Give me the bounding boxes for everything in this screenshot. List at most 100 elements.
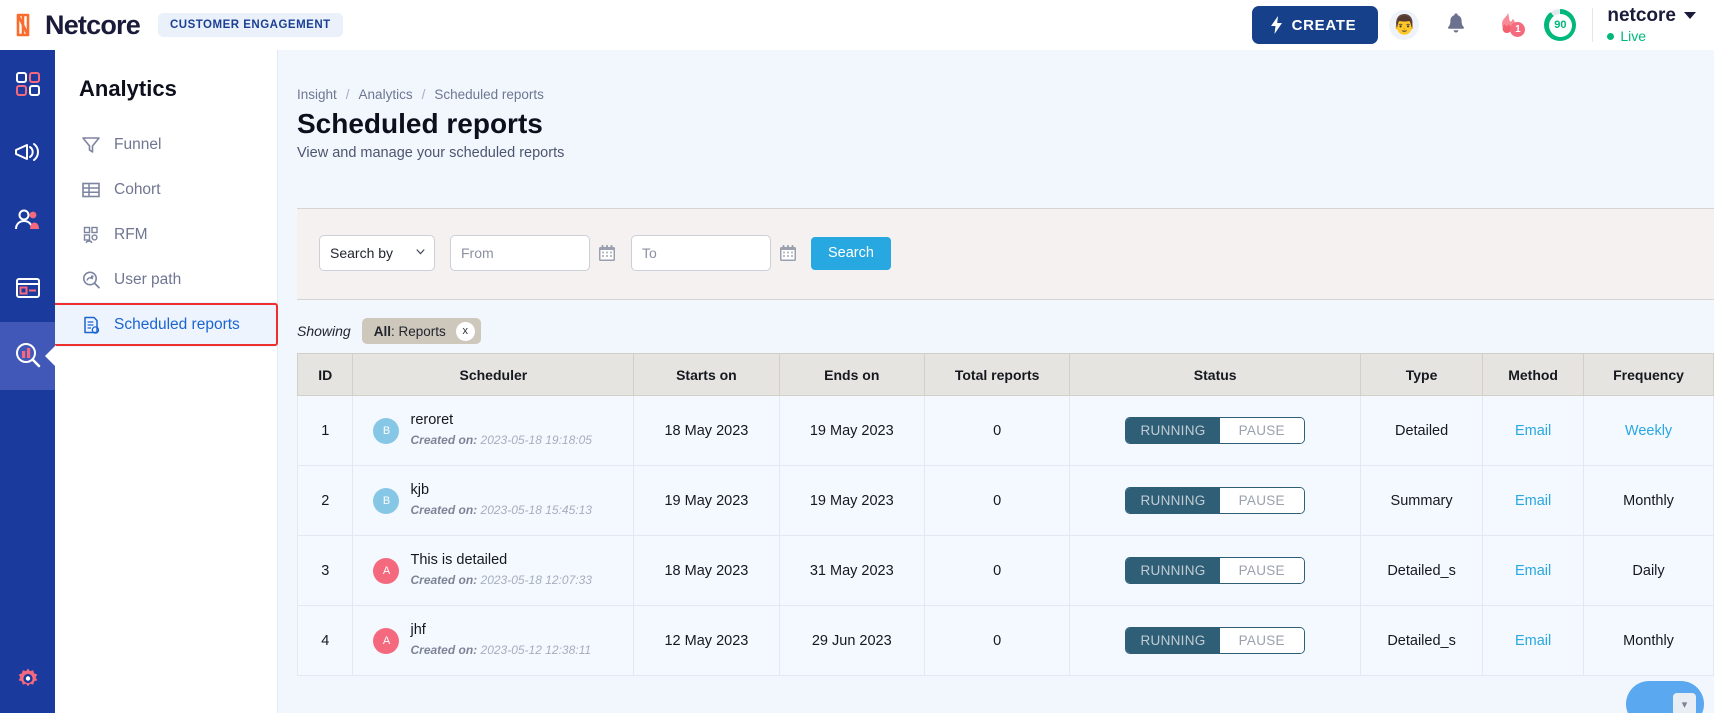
cell-scheduler: Bkjb Created on: 2023-05-18 15:45:13: [352, 465, 635, 536]
search-filter-panel: Search by From To Search: [297, 208, 1714, 300]
created-on-label: Created on:: [410, 572, 478, 587]
created-on: Created on: 2023-05-18 19:18:05: [410, 433, 591, 447]
rail-item-settings[interactable]: [0, 655, 55, 705]
account-status-label: Live: [1620, 28, 1647, 45]
column-header-id: ID: [297, 353, 354, 396]
account-name: netcore: [1607, 4, 1676, 26]
column-header-type: Type: [1360, 353, 1484, 396]
rfm-icon: [83, 226, 98, 243]
status-pause-option[interactable]: PAUSE: [1219, 628, 1304, 653]
breadcrumb-separator: /: [345, 87, 350, 102]
user-path-icon: [83, 271, 100, 288]
table-row[interactable]: 3 A This is detailed Created on: 2023-05-18…: [297, 535, 1714, 606]
column-header-starts-on: Starts on: [633, 353, 780, 396]
sidebar-item-label: User path: [114, 270, 182, 288]
calendar-icon[interactable]: [779, 244, 797, 262]
help-chat-button[interactable]: ▾: [1626, 681, 1704, 713]
streak-button[interactable]: 1: [1482, 0, 1534, 50]
showing-label: Showing: [297, 323, 351, 339]
templates-icon: [15, 278, 40, 298]
method-link[interactable]: Email: [1515, 633, 1551, 649]
cell-ends-on: 29 Jun 2023: [778, 605, 925, 676]
to-date-input[interactable]: [631, 235, 771, 271]
calendar-icon[interactable]: [598, 244, 616, 262]
sidebar-item-funnel[interactable]: Funnel: [55, 122, 277, 167]
rail-item-audience[interactable]: [0, 186, 55, 254]
nav-list: Funnel Cohort RFM User path Scheduled re…: [52, 122, 278, 347]
status-running-option[interactable]: RUNNING: [1126, 628, 1220, 653]
user-avatar-button[interactable]: 👨: [1378, 0, 1430, 50]
created-on: Created on: 2023-05-18 15:45:13: [410, 503, 591, 517]
filter-chip-value: Reports: [398, 323, 446, 339]
streak-badge: 1: [1510, 22, 1526, 37]
status-toggle[interactable]: RUNNING PAUSE: [1125, 417, 1305, 444]
frequency-value[interactable]: Weekly: [1625, 423, 1672, 439]
brand-name: Netcore: [45, 9, 141, 40]
sidebar-item-rfm[interactable]: RFM: [55, 212, 277, 257]
account-menu[interactable]: netcore Live: [1607, 4, 1702, 45]
method-link[interactable]: Email: [1515, 423, 1551, 439]
rail-item-analytics[interactable]: [0, 322, 55, 390]
search-button[interactable]: Search: [811, 236, 891, 270]
rail-item-campaigns[interactable]: [0, 118, 55, 186]
reports-table-wrapper: ID Scheduler Starts on Ends on Total rep…: [297, 353, 1714, 713]
cell-id: 2: [297, 465, 354, 536]
health-score-button[interactable]: 90: [1534, 0, 1586, 50]
frequency-value: Daily: [1632, 562, 1665, 579]
status-pause-option[interactable]: PAUSE: [1219, 418, 1304, 443]
breadcrumb-separator: /: [421, 87, 426, 102]
frequency-value: Monthly: [1623, 492, 1674, 509]
table-header-row: ID Scheduler Starts on Ends on Total rep…: [297, 353, 1714, 396]
breadcrumb-item-analytics[interactable]: Analytics: [359, 87, 413, 102]
created-on-value: 2023-05-12 12:38:11: [480, 642, 592, 657]
rail-item-templates[interactable]: [0, 254, 55, 322]
status-toggle[interactable]: RUNNING PAUSE: [1125, 627, 1305, 654]
created-on-label: Created on:: [410, 642, 478, 657]
brand-logo[interactable]: Netcore CUSTOMER ENGAGEMENT: [0, 10, 343, 41]
created-on: Created on: 2023-05-18 12:07:33: [410, 573, 591, 587]
status-toggle[interactable]: RUNNING PAUSE: [1125, 557, 1305, 584]
status-running-option[interactable]: RUNNING: [1126, 558, 1220, 583]
chevron-down-icon: [1684, 12, 1696, 19]
netcore-logo-icon: [16, 13, 30, 37]
cell-id: 1: [297, 395, 354, 466]
campaigns-icon: [14, 143, 39, 161]
score-ring: 90: [1544, 9, 1577, 41]
from-date-input[interactable]: [450, 235, 590, 271]
breadcrumb-item-insight[interactable]: Insight: [297, 87, 337, 102]
status-toggle[interactable]: RUNNING PAUSE: [1125, 487, 1305, 514]
close-icon[interactable]: x: [455, 321, 475, 341]
sidebar-item-user-path[interactable]: User path: [55, 257, 277, 302]
chevron-down-icon: ▾: [1673, 692, 1696, 713]
sidebar-item-cohort[interactable]: Cohort: [55, 167, 277, 212]
cell-method: Email: [1482, 605, 1585, 676]
avatar: 👨: [1389, 10, 1420, 40]
method-link[interactable]: Email: [1515, 493, 1551, 509]
status-pause-option[interactable]: PAUSE: [1219, 488, 1304, 513]
create-button[interactable]: CREATE: [1251, 6, 1379, 44]
column-header-total-reports: Total reports: [923, 353, 1071, 396]
settings-gear-icon: [18, 668, 37, 687]
created-on-value: 2023-05-18 19:18:05: [480, 432, 592, 447]
method-link[interactable]: Email: [1515, 563, 1551, 579]
status-dot: [1607, 32, 1615, 40]
filter-chip: All: Reports x: [361, 318, 481, 344]
sidebar-item-label: Scheduled reports: [114, 315, 240, 333]
table-row[interactable]: 2 Bkjb Created on: 2023-05-18 15:45:13 19 M…: [297, 465, 1714, 536]
cell-ends-on: 31 May 2023: [778, 535, 925, 606]
sidebar-item-scheduled-reports[interactable]: Scheduled reports: [52, 302, 278, 347]
status-running-option[interactable]: RUNNING: [1126, 418, 1220, 443]
cell-status: RUNNING PAUSE: [1069, 465, 1362, 536]
created-on-label: Created on:: [410, 502, 478, 517]
rail-item-dashboard[interactable]: [0, 50, 55, 118]
table-head: ID Scheduler Starts on Ends on Total rep…: [297, 353, 1714, 396]
table-row[interactable]: 1 Breroret Created on: 2023-05-18 19:18:05…: [297, 395, 1714, 466]
search-by-select[interactable]: Search by: [319, 235, 435, 271]
table-row[interactable]: 4 Ajhf Created on: 2023-05-12 12:38:11 12 M…: [297, 605, 1714, 676]
status-pause-option[interactable]: PAUSE: [1219, 558, 1304, 583]
cell-type: Detailed_s: [1360, 535, 1484, 606]
cell-scheduler: Breroret Created on: 2023-05-18 19:18:05: [352, 395, 635, 466]
notifications-button[interactable]: [1430, 0, 1482, 50]
analytics-icon: [15, 343, 40, 368]
status-running-option[interactable]: RUNNING: [1126, 488, 1220, 513]
